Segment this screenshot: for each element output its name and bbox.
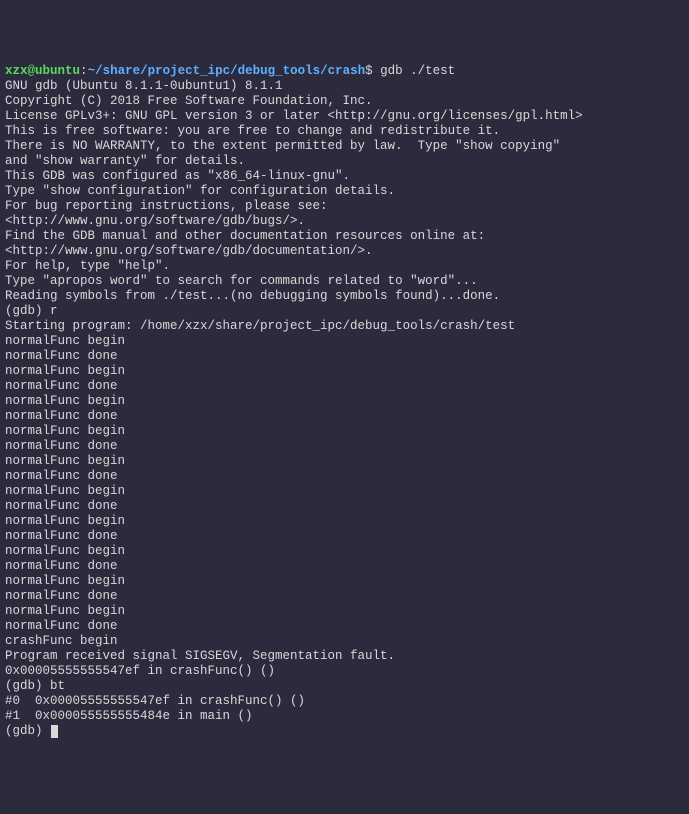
output-line: normalFunc done: [5, 619, 684, 634]
output-line: normalFunc begin: [5, 484, 684, 499]
output-line: Type "apropos word" to search for comman…: [5, 274, 684, 289]
output-line: normalFunc begin: [5, 574, 684, 589]
output-line: normalFunc begin: [5, 394, 684, 409]
prompt-colon: :: [80, 64, 88, 78]
output-line: Reading symbols from ./test...(no debugg…: [5, 289, 684, 304]
prompt-path: ~/share/project_ipc/debug_tools/crash: [88, 64, 366, 78]
output-line: normalFunc begin: [5, 544, 684, 559]
output-line: normalFunc done: [5, 439, 684, 454]
output-line: There is NO WARRANTY, to the extent perm…: [5, 139, 684, 154]
output-line: Find the GDB manual and other documentat…: [5, 229, 684, 244]
prompt-at: @: [28, 64, 36, 78]
output-line: and "show warranty" for details.: [5, 154, 684, 169]
output-line: normalFunc done: [5, 559, 684, 574]
output-line: #0 0x00005555555547ef in crashFunc() (): [5, 694, 684, 709]
prompt-host: ubuntu: [35, 64, 80, 78]
terminal-output: GNU gdb (Ubuntu 8.1.1-0ubuntu1) 8.1.1Cop…: [5, 79, 684, 738]
output-line: normalFunc begin: [5, 334, 684, 349]
output-line: #1 0x000055555555484e in main (): [5, 709, 684, 724]
prompt-dollar: $: [365, 64, 373, 78]
output-line: normalFunc begin: [5, 604, 684, 619]
output-line: normalFunc done: [5, 499, 684, 514]
output-line: For bug reporting instructions, please s…: [5, 199, 684, 214]
prompt-user: xzx: [5, 64, 28, 78]
output-line: normalFunc done: [5, 529, 684, 544]
output-line: normalFunc begin: [5, 454, 684, 469]
output-line: normalFunc done: [5, 589, 684, 604]
output-line: Copyright (C) 2018 Free Software Foundat…: [5, 94, 684, 109]
typed-command: gdb ./test: [373, 64, 456, 78]
output-line: (gdb): [5, 724, 50, 738]
output-line: GNU gdb (Ubuntu 8.1.1-0ubuntu1) 8.1.1: [5, 79, 684, 94]
output-line: normalFunc begin: [5, 424, 684, 439]
output-line: (gdb) r: [5, 304, 684, 319]
output-line: normalFunc done: [5, 469, 684, 484]
output-line: (gdb) bt: [5, 679, 684, 694]
output-line: License GPLv3+: GNU GPL version 3 or lat…: [5, 109, 684, 124]
output-line: normalFunc done: [5, 409, 684, 424]
output-line: normalFunc begin: [5, 364, 684, 379]
cursor: [51, 725, 58, 738]
output-line: normalFunc done: [5, 349, 684, 364]
output-line: <http://www.gnu.org/software/gdb/documen…: [5, 244, 684, 259]
output-line: crashFunc begin: [5, 634, 684, 649]
output-line: <http://www.gnu.org/software/gdb/bugs/>.: [5, 214, 684, 229]
output-line: Program received signal SIGSEGV, Segment…: [5, 649, 684, 664]
prompt-line: xzx@ubuntu:~/share/project_ipc/debug_too…: [5, 64, 684, 79]
output-line: This is free software: you are free to c…: [5, 124, 684, 139]
terminal[interactable]: xzx@ubuntu:~/share/project_ipc/debug_too…: [5, 64, 684, 739]
output-line: Type "show configuration" for configurat…: [5, 184, 684, 199]
output-line: normalFunc done: [5, 379, 684, 394]
output-line: Starting program: /home/xzx/share/projec…: [5, 319, 684, 334]
output-line: 0x00005555555547ef in crashFunc() (): [5, 664, 684, 679]
output-line: This GDB was configured as "x86_64-linux…: [5, 169, 684, 184]
output-line: For help, type "help".: [5, 259, 684, 274]
output-line: normalFunc begin: [5, 514, 684, 529]
